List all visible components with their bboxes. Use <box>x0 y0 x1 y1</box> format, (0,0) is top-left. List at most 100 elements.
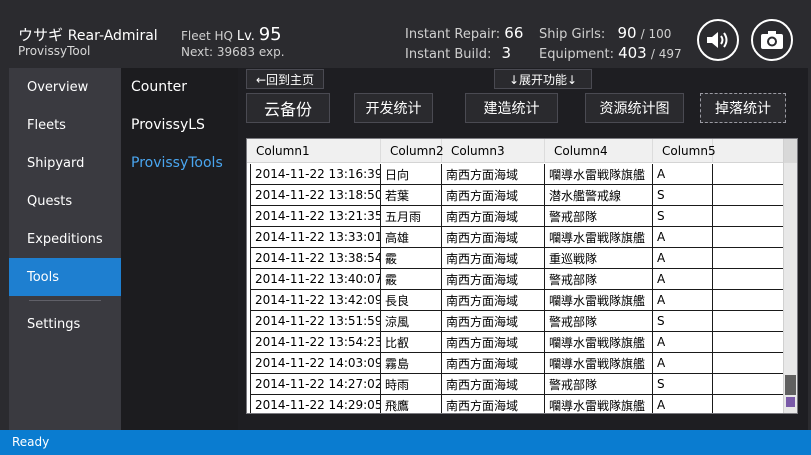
nav-item-settings[interactable]: Settings <box>9 305 121 343</box>
table-cell: 南西方面海域 <box>442 353 545 373</box>
table-cell: 五月雨 <box>381 206 442 226</box>
next-exp: 39683 exp. <box>216 45 285 59</box>
table-header: Column1 Column2 Column3 Column4 Column5 <box>247 139 785 163</box>
table-cell: 南西方面海域 <box>442 395 545 413</box>
nav-divider <box>29 300 101 301</box>
back-home-button[interactable]: ←回到主页 <box>246 69 324 89</box>
table-cell: 潜水艦警戒線 <box>545 185 653 205</box>
table-cell: 2014-11-22 13:40:07 <box>250 269 381 289</box>
table-cell: 飛鷹 <box>381 395 442 413</box>
table-cell: 南西方面海域 <box>442 227 545 247</box>
subnav-item-provissytools[interactable]: ProvissyTools <box>121 144 238 182</box>
table-cell: 㘓導水雷戦隊旗艦 <box>545 290 653 310</box>
table-cell: 㘓導水雷戦隊旗艦 <box>545 164 653 184</box>
table-cell: 2014-11-22 13:21:35 <box>250 206 381 226</box>
admiral-name: ウサギ Rear-Admiral <box>18 24 158 45</box>
tab-resource-chart[interactable]: 资源统计图 <box>585 93 684 123</box>
table-cell: 㘓導水雷戦隊旗艦 <box>545 332 653 352</box>
nav-item-expeditions[interactable]: Expeditions <box>9 220 121 258</box>
ship-label: Ship Girls: <box>539 27 606 42</box>
tab-cloud-backup[interactable]: 云备份 <box>246 93 330 123</box>
table-cell: 重巡戦隊 <box>545 248 653 268</box>
table-cell: 㘓導水雷戦隊旗艦 <box>545 227 653 247</box>
table-row[interactable]: 2014-11-22 13:51:59 涼風 南西方面海域 警戒部隊 S <box>250 311 785 332</box>
nav-item-overview[interactable]: Overview <box>9 68 121 106</box>
table-cell: 霧島 <box>381 353 442 373</box>
nav-item-fleets[interactable]: Fleets <box>9 106 121 144</box>
table-cell: A <box>653 395 713 413</box>
table-cell: A <box>653 248 713 268</box>
table-row[interactable]: 2014-11-22 14:29:05 飛鷹 南西方面海域 㘓導水雷戦隊旗艦 A <box>250 395 785 413</box>
nav-item-tools[interactable]: Tools <box>9 258 121 296</box>
column-header[interactable]: Column3 <box>442 139 545 163</box>
table-row[interactable]: 2014-11-22 13:54:23 比叡 南西方面海域 㘓導水雷戦隊旗艦 A <box>250 332 785 353</box>
expand-features-button[interactable]: ↓展开功能↓ <box>494 69 592 89</box>
drop-stats-table: Column1 Column2 Column3 Column4 Column5 … <box>246 138 798 414</box>
table-cell: 2014-11-22 14:29:05 <box>250 395 381 413</box>
build-label: Instant Build: <box>405 47 492 62</box>
scroll-down-button[interactable] <box>786 397 795 407</box>
table-cell: 㘓導水雷戦隊旗艦 <box>545 353 653 373</box>
table-body: 2014-11-22 13:16:39 日向 南西方面海域 㘓導水雷戦隊旗艦 A 201… <box>250 164 785 413</box>
column-header[interactable]: Column1 <box>247 139 381 163</box>
tab-construction-stats[interactable]: 建造统计 <box>465 93 558 123</box>
table-cell: 南西方面海域 <box>442 185 545 205</box>
volume-button[interactable] <box>697 19 739 61</box>
table-cell: 南西方面海域 <box>442 164 545 184</box>
column-header[interactable]: Column4 <box>545 139 653 163</box>
table-cell: A <box>653 353 713 373</box>
table-cell: 南西方面海域 <box>442 290 545 310</box>
nav-item-quests[interactable]: Quests <box>9 182 121 220</box>
table-scrollbar[interactable] <box>783 139 797 413</box>
table-row[interactable]: 2014-11-22 13:42:09 長良 南西方面海域 㘓導水雷戦隊旗艦 A <box>250 290 785 311</box>
nav-item-shipyard[interactable]: Shipyard <box>9 144 121 182</box>
repair-value: 66 <box>504 24 524 42</box>
table-cell: 南西方面海域 <box>442 206 545 226</box>
table-row[interactable]: 2014-11-22 13:33:01 高雄 南西方面海域 㘓導水雷戦隊旗艦 A <box>250 227 785 248</box>
table-row[interactable]: 2014-11-22 13:40:07 霰南西方面海域 警戒部隊 A <box>250 269 785 290</box>
table-row[interactable]: 2014-11-22 14:03:09 霧島 南西方面海域 㘓導水雷戦隊旗艦 A <box>250 353 785 374</box>
screenshot-button[interactable] <box>751 19 793 61</box>
subnav-item-provissyls[interactable]: ProvissyLS <box>121 106 238 144</box>
table-row[interactable]: 2014-11-22 13:18:50 若葉 南西方面海域 潜水艦警戒線 S <box>250 185 785 206</box>
table-row[interactable]: 2014-11-22 13:21:35 五月雨 南西方面海域 警戒部隊 S <box>250 206 785 227</box>
scroll-thumb[interactable] <box>785 375 796 395</box>
table-cell: 南西方面海域 <box>442 269 545 289</box>
capacity-stats: Ship Girls: 90 / 100 Equipment: 403 / 49… <box>539 24 682 64</box>
tools-subnav: Counter ProvissyLS ProvissyTools <box>121 68 238 430</box>
table-cell: 2014-11-22 13:51:59 <box>250 311 381 331</box>
table-cell: 2014-11-22 13:16:39 <box>250 164 381 184</box>
equip-max: / 497 <box>650 47 682 61</box>
table-cell: S <box>653 374 713 394</box>
header: ウサギ Rear-Admiral ProvissyTool Fleet HQ L… <box>0 0 811 66</box>
table-cell: 警戒部隊 <box>545 269 653 289</box>
column-header[interactable]: Column2 <box>381 139 444 163</box>
table-cell: 2014-11-22 13:42:09 <box>250 290 381 310</box>
admiral-rank: Rear-Admiral <box>67 28 158 44</box>
table-cell: 警戒部隊 <box>545 311 653 331</box>
table-cell: 2014-11-22 14:27:02 <box>250 374 381 394</box>
table-cell: 警戒部隊 <box>545 206 653 226</box>
table-cell: 㘓導水雷戦隊旗艦 <box>545 395 653 413</box>
status-text: Ready <box>12 435 50 449</box>
table-cell: 南西方面海域 <box>442 248 545 268</box>
table-cell: 警戒部隊 <box>545 374 653 394</box>
table-row[interactable]: 2014-11-22 13:38:54 霰南西方面海域 重巡戦隊 A <box>250 248 785 269</box>
table-cell: A <box>653 290 713 310</box>
table-cell: 比叡 <box>381 332 442 352</box>
scroll-up-button[interactable] <box>784 139 797 163</box>
table-row[interactable]: 2014-11-22 14:27:02 時雨 南西方面海域 警戒部隊 S <box>250 374 785 395</box>
subnav-item-counter[interactable]: Counter <box>121 68 238 106</box>
tab-drop-stats[interactable]: 掉落统计 <box>700 93 786 123</box>
table-cell: 霰 <box>381 269 442 289</box>
table-cell: 時雨 <box>381 374 442 394</box>
hq-label: Fleet HQ <box>181 29 233 43</box>
status-bar: Ready <box>0 430 811 455</box>
instant-stats: Instant Repair: 66 Instant Build: 3 <box>405 24 523 64</box>
table-cell: 涼風 <box>381 311 442 331</box>
table-cell: 高雄 <box>381 227 442 247</box>
column-header[interactable]: Column5 <box>653 139 716 163</box>
tab-development-stats[interactable]: 开发统计 <box>354 93 433 123</box>
table-row[interactable]: 2014-11-22 13:16:39 日向 南西方面海域 㘓導水雷戦隊旗艦 A <box>250 164 785 185</box>
table-cell: 長良 <box>381 290 442 310</box>
